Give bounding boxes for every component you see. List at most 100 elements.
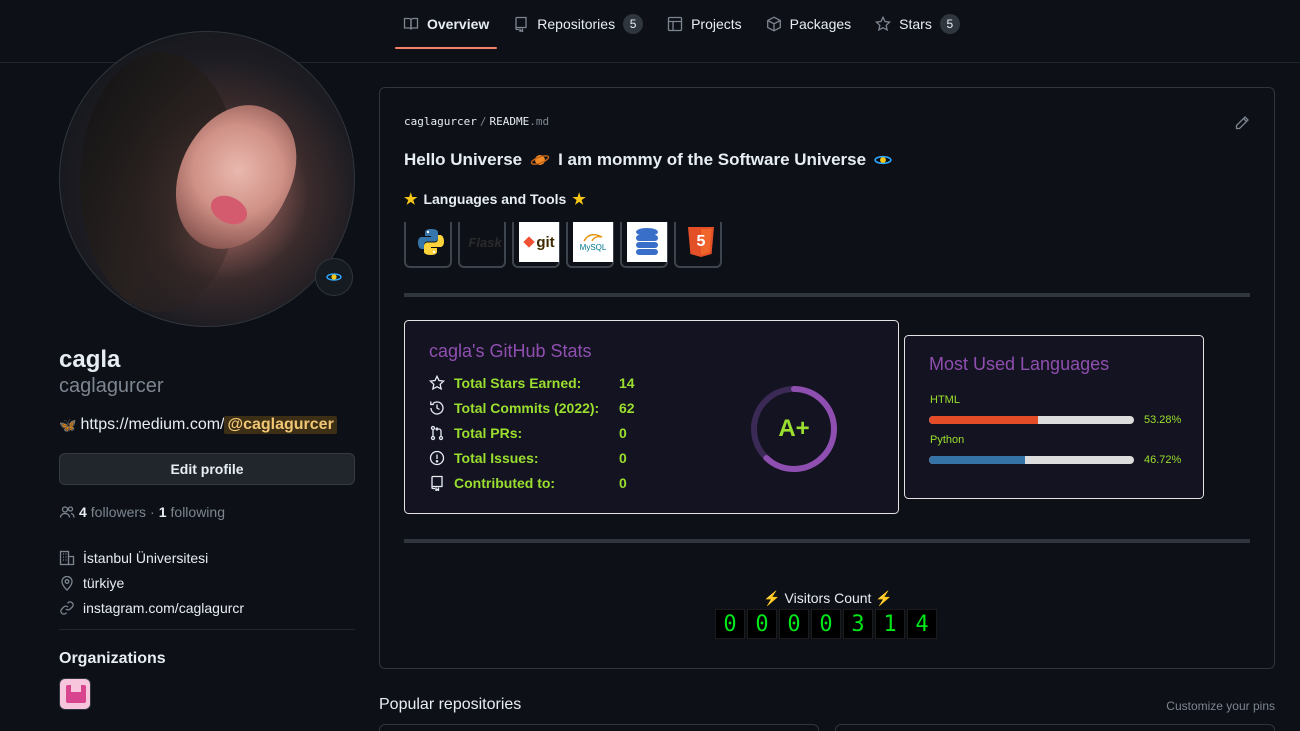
html5-logo-text: 5 (696, 233, 706, 250)
python-logo-link[interactable] (404, 222, 452, 268)
tab-packages[interactable]: Packages (758, 0, 859, 48)
stat-row-issues: Total Issues: 0 (429, 450, 627, 466)
visitors-label: Visitors Count (784, 590, 872, 606)
mysql-logo-text: MySQL (579, 242, 607, 252)
readme-heading: Hello Universe I am mommy of the Softwar… (404, 150, 900, 170)
tab-label: Overview (427, 16, 490, 32)
stat-label: Total Stars Earned: (454, 375, 582, 391)
mommy-text: I am mommy of the Software Universe (558, 150, 867, 169)
tab-label: Stars (899, 16, 932, 32)
stat-row-contributed: Contributed to: 0 (429, 475, 627, 491)
tab-projects[interactable]: Projects (659, 0, 750, 48)
git-logo-icon: git (519, 222, 559, 262)
counter-digit: 3 (843, 609, 873, 639)
issue-icon (429, 450, 445, 466)
book-icon (403, 16, 419, 32)
lightning-icon: ⚡ (763, 590, 781, 606)
package-icon (766, 16, 782, 32)
flask-logo-icon: Flask (465, 222, 505, 262)
html5-logo-link[interactable]: 5 (674, 222, 722, 268)
tab-list: Overview Repositories 5 Projects Package… (395, 14, 976, 62)
profile-details: İstanbul Üniversitesi türkiye instagram.… (59, 545, 244, 620)
language-bar (929, 416, 1134, 424)
tab-overview[interactable]: Overview (395, 0, 498, 49)
star-emoji-icon: ★ (404, 191, 418, 208)
followers-link[interactable]: 4 followers (79, 504, 146, 520)
readme-breadcrumb: caglagurcer / README.md (404, 115, 549, 128)
git-logo-link[interactable]: git (512, 222, 560, 268)
stat-label: Contributed to: (454, 475, 556, 491)
bio-text: https://medium.com/ (80, 416, 225, 433)
location-icon (59, 575, 75, 591)
profile-name: cagla (59, 346, 121, 373)
python-logo-icon (411, 222, 451, 262)
repo-icon (429, 475, 445, 491)
language-bar-fill (929, 416, 1039, 424)
stat-row-prs: Total PRs: 0 (429, 425, 627, 441)
crumb-separator: / (479, 115, 487, 128)
stat-row-stars: Total Stars Earned: 14 (429, 375, 635, 391)
pinned-repo-card[interactable] (835, 724, 1275, 731)
company-text: İstanbul Üniversitesi (83, 549, 209, 566)
organization-icon (59, 550, 75, 566)
stat-label: Total PRs: (454, 425, 523, 441)
butterfly-emoji: 🦋 (59, 416, 77, 433)
languages-card-title: Most Used Languages (929, 354, 1110, 374)
language-name: HTML (930, 394, 960, 406)
repo-icon (513, 16, 529, 32)
stats-title: cagla's GitHub Stats (429, 341, 592, 361)
mysql-logo-icon: MySQL (573, 222, 613, 262)
readme-divider (404, 539, 1250, 543)
following-link[interactable]: 1 following (159, 504, 225, 520)
readme-panel: caglagurcer / README.md Hello Universe I a… (379, 87, 1275, 669)
github-stats-card[interactable]: cagla's GitHub Stats Total Stars Earned:… (404, 320, 899, 514)
tab-repositories[interactable]: Repositories 5 (505, 0, 651, 48)
status-emoji-button[interactable] (315, 258, 353, 296)
stat-value: 0 (619, 450, 627, 466)
bio-mention-link[interactable]: @caglagurcer (224, 416, 337, 434)
following-label: following (170, 504, 225, 520)
profile-login: caglagurcer (59, 375, 164, 397)
stat-label: Total Commits (2022): (454, 400, 600, 416)
tab-stars[interactable]: Stars 5 (867, 0, 968, 48)
mysql-logo-link[interactable]: MySQL (566, 222, 614, 268)
ringed-planet-icon (530, 152, 550, 168)
follow-stats: 4 followers · 1 following (59, 504, 225, 520)
stat-value: 62 (619, 400, 635, 416)
profile-bio: 🦋 https://medium.com/ @caglagurcer (59, 416, 337, 434)
website-row: instagram.com/caglagurcr (59, 595, 244, 620)
crumb-file: README (489, 115, 530, 128)
flask-logo-link[interactable]: Flask (458, 222, 506, 268)
organizations-heading: Organizations (59, 650, 166, 667)
language-bar (929, 456, 1134, 464)
customize-pins-link[interactable]: Customize your pins (1166, 699, 1275, 713)
stat-value: 14 (619, 375, 635, 391)
organization-avatar[interactable] (59, 678, 91, 710)
dot-separator: · (150, 504, 155, 520)
pull-request-icon (429, 425, 445, 441)
language-bar-fill (929, 456, 1025, 464)
website-link[interactable]: instagram.com/caglagurcr (83, 600, 244, 616)
stat-value: 0 (619, 475, 627, 491)
database-logo-link[interactable] (620, 222, 668, 268)
edit-readme-pencil-icon[interactable] (1234, 115, 1250, 131)
most-used-languages-card[interactable]: Most Used Languages HTML 53.28% Python 4… (904, 335, 1204, 499)
language-name: Python (930, 434, 965, 446)
stat-row-commits: Total Commits (2022): 62 (429, 400, 635, 416)
crumb-user-link[interactable]: caglagurcer (404, 115, 477, 128)
tab-label: Repositories (537, 16, 616, 32)
tab-label: Packages (789, 16, 852, 32)
counter-digit: 4 (907, 609, 937, 639)
following-count: 1 (158, 504, 167, 520)
pinned-repo-card[interactable] (379, 724, 819, 731)
language-percent: 46.72% (1144, 454, 1182, 466)
flask-logo-text: Flask (468, 234, 502, 250)
location-row: türkiye (59, 570, 244, 595)
profile-avatar[interactable] (59, 31, 355, 327)
people-icon (59, 504, 75, 520)
followers-count: 4 (79, 504, 87, 520)
git-logo-text: git (536, 233, 555, 251)
stat-label: Total Issues: (454, 450, 539, 466)
edit-profile-button[interactable]: Edit profile (59, 453, 355, 485)
counter-digit: 1 (875, 609, 905, 639)
